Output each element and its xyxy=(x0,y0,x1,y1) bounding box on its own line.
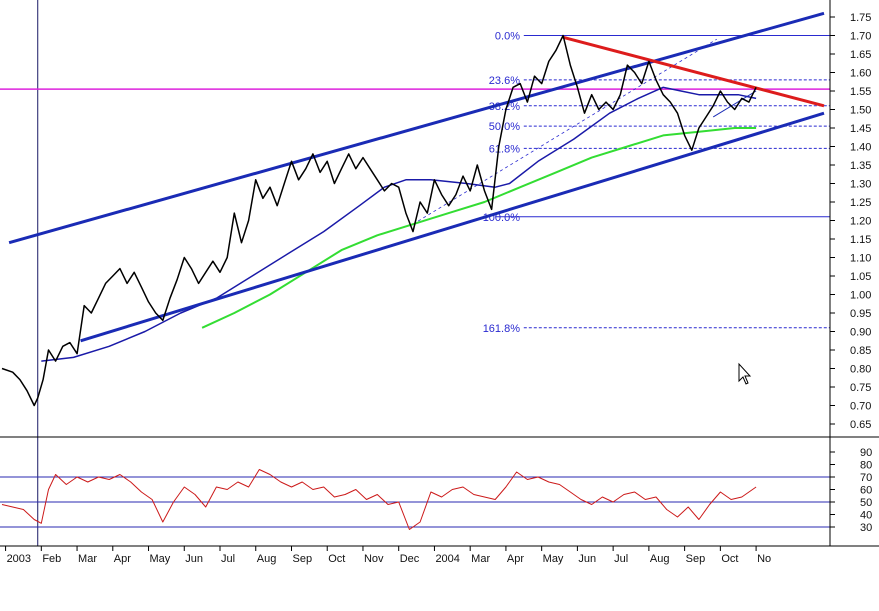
osc-tick-label: 90 xyxy=(860,447,872,459)
x-tick-label: Apr xyxy=(507,553,524,565)
x-tick-label: Aug xyxy=(650,553,670,565)
x-tick-label: Mar xyxy=(471,553,490,565)
osc-tick-label: 60 xyxy=(860,485,872,497)
price-chart[interactable]: 0.0% 23.6% 38.2% 50.0% 61.8% 100.0% 161.8% 0.6… xyxy=(0,0,879,611)
price-tick-label: 0.65 xyxy=(850,419,871,431)
fib-level-label: 50.0% xyxy=(489,121,520,133)
fib-level-label: 161.8% xyxy=(483,323,521,335)
x-tick-label: Sep xyxy=(686,553,706,565)
x-tick-label: Jun xyxy=(185,553,203,565)
x-tick-label: Nov xyxy=(364,553,384,565)
chart-background xyxy=(0,0,879,611)
price-tick-label: 1.00 xyxy=(850,290,871,302)
price-tick-label: 1.50 xyxy=(850,105,871,117)
x-tick-label: Aug xyxy=(257,553,277,565)
osc-tick-label: 30 xyxy=(860,522,872,534)
osc-tick-label: 40 xyxy=(860,510,872,522)
x-tick-label: Sep xyxy=(292,553,312,565)
x-tick-label: Feb xyxy=(42,553,61,565)
x-tick-label: Apr xyxy=(114,553,131,565)
price-tick-label: 0.85 xyxy=(850,345,871,357)
osc-tick-label: 50 xyxy=(860,497,872,509)
price-tick-label: 1.45 xyxy=(850,123,871,135)
price-tick-label: 1.55 xyxy=(850,86,871,98)
x-tick-label: May xyxy=(543,553,564,565)
price-tick-label: 1.75 xyxy=(850,12,871,24)
x-tick-label: No xyxy=(757,553,771,565)
price-tick-label: 1.20 xyxy=(850,216,871,228)
osc-tick-label: 70 xyxy=(860,472,872,484)
fib-level-label: 100.0% xyxy=(483,212,521,224)
x-tick-label: Jul xyxy=(614,553,628,565)
price-tick-label: 1.35 xyxy=(850,160,871,172)
fib-level-label: 23.6% xyxy=(489,75,520,87)
fib-level-label: 61.8% xyxy=(489,143,520,155)
fib-level-label: 0.0% xyxy=(495,31,520,43)
x-tick-label: 2003 xyxy=(7,553,31,565)
chart-canvas[interactable]: 0.0%23.6%38.2%50.0%61.8%100.0%161.8% 0.6… xyxy=(0,0,879,611)
price-tick-label: 1.15 xyxy=(850,234,871,246)
price-tick-label: 1.25 xyxy=(850,197,871,209)
x-tick-label: Oct xyxy=(721,553,738,565)
price-tick-label: 1.05 xyxy=(850,271,871,283)
x-tick-label: Jun xyxy=(578,553,596,565)
price-tick-label: 1.65 xyxy=(850,49,871,61)
x-tick-label: Mar xyxy=(78,553,97,565)
price-tick-label: 0.95 xyxy=(850,308,871,320)
x-tick-label: Dec xyxy=(400,553,420,565)
price-tick-label: 1.40 xyxy=(850,142,871,154)
price-tick-label: 1.60 xyxy=(850,68,871,80)
osc-tick-label: 80 xyxy=(860,460,872,472)
price-tick-label: 1.70 xyxy=(850,31,871,43)
x-tick-label: 2004 xyxy=(435,553,459,565)
price-tick-label: 1.10 xyxy=(850,253,871,265)
x-tick-label: Jul xyxy=(221,553,235,565)
price-tick-label: 0.75 xyxy=(850,382,871,394)
price-tick-label: 0.90 xyxy=(850,327,871,339)
x-tick-label: Oct xyxy=(328,553,345,565)
x-tick-label: May xyxy=(150,553,171,565)
price-tick-label: 0.70 xyxy=(850,401,871,413)
price-tick-label: 0.80 xyxy=(850,364,871,376)
price-tick-label: 1.30 xyxy=(850,179,871,191)
